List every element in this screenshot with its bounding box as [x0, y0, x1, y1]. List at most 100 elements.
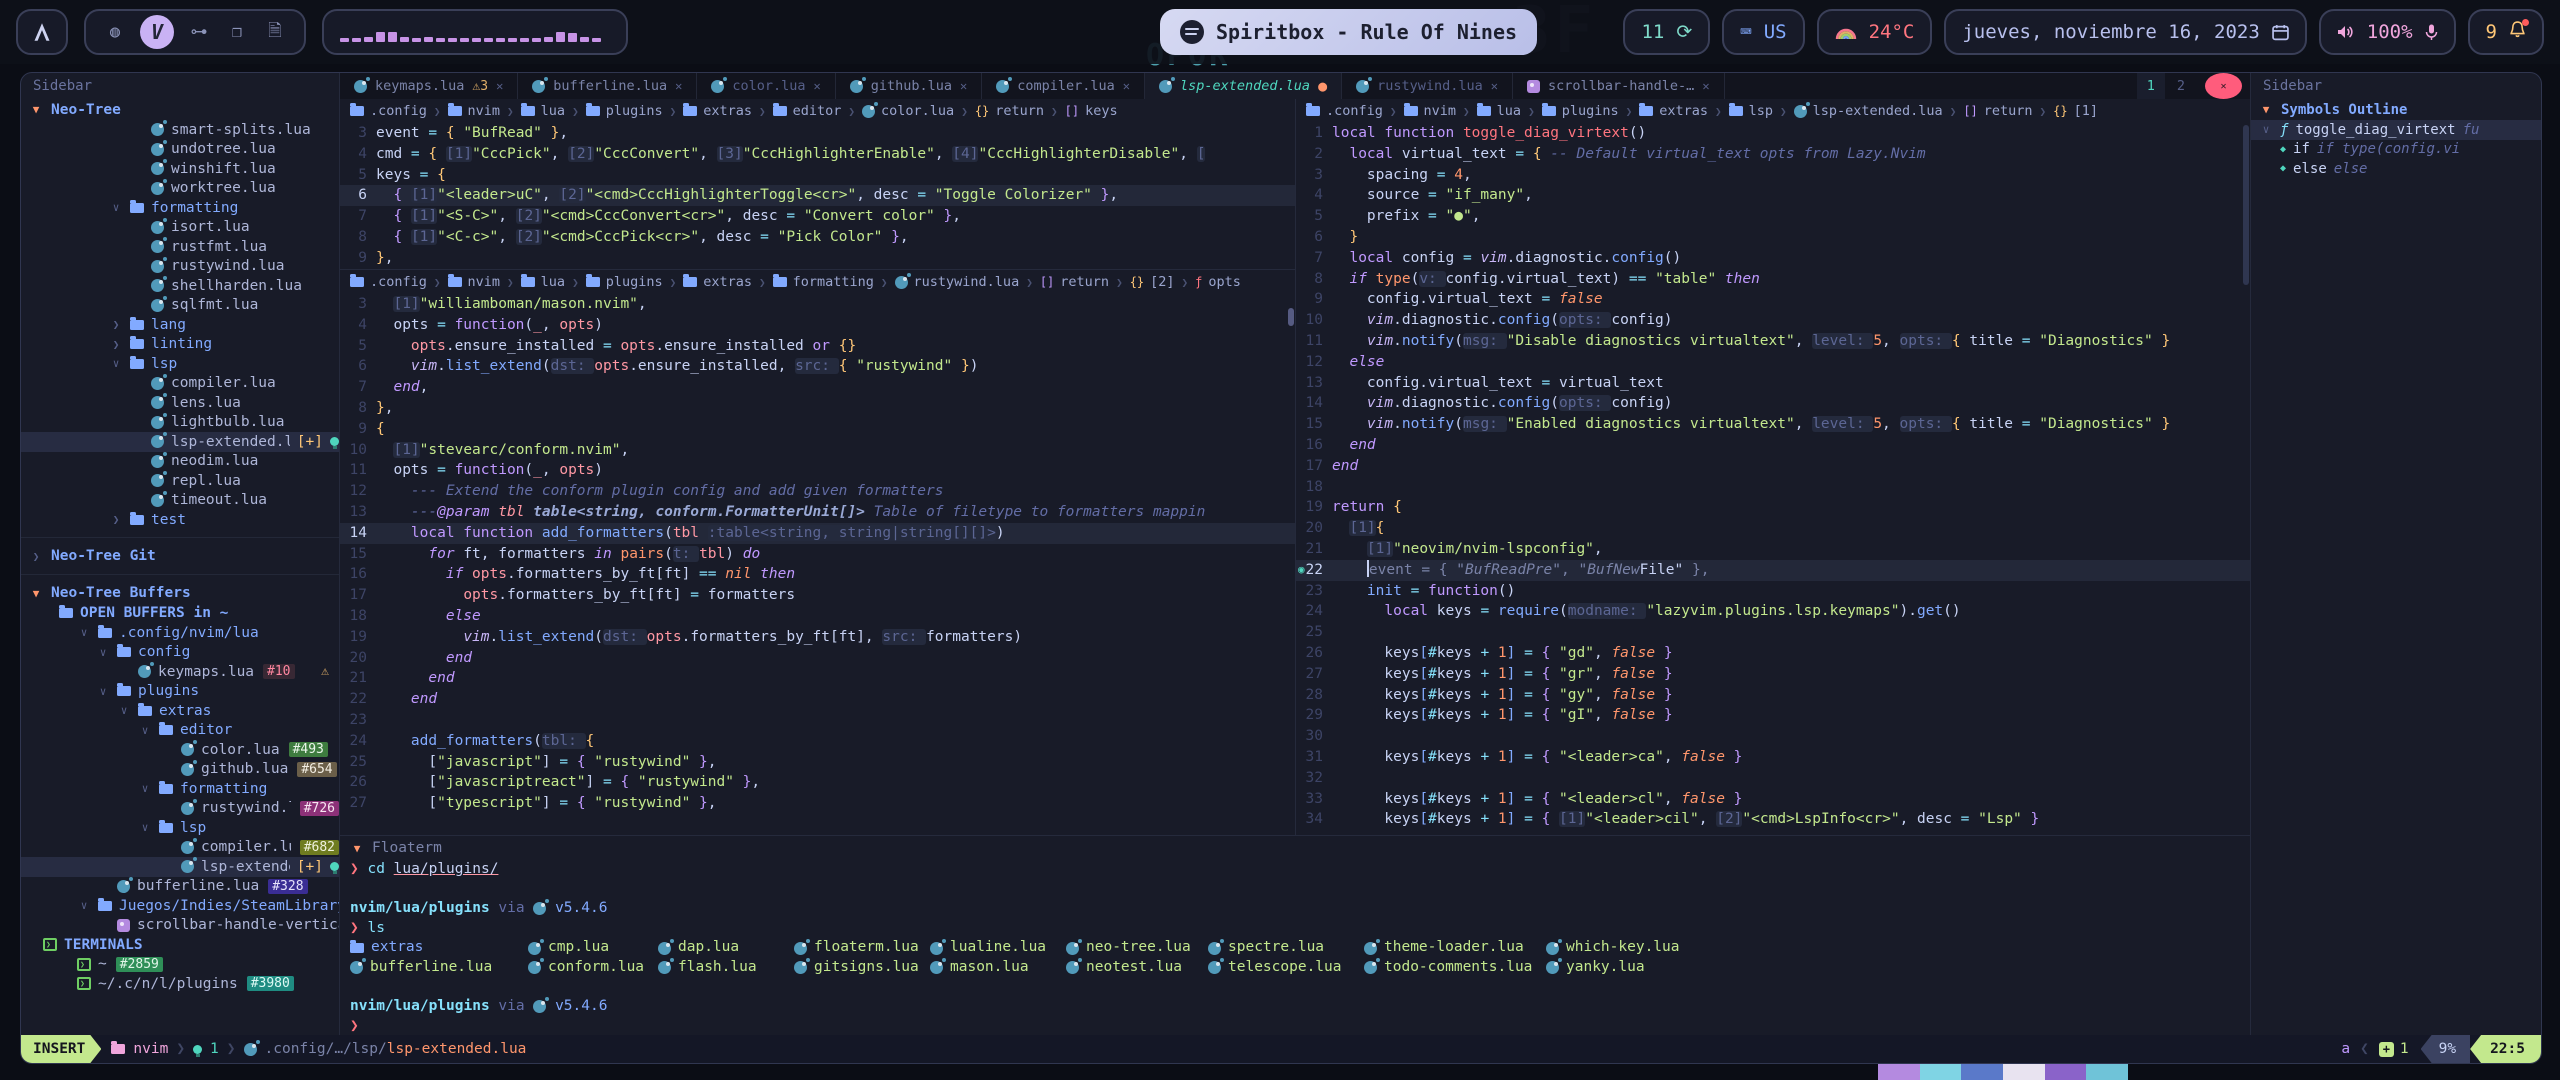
code-line[interactable]: 15 for ft, formatters in pairs(t: tbl) d…: [340, 544, 1295, 565]
ls-entry[interactable]: conform.lua: [528, 958, 658, 978]
breadcrumb-item[interactable]: lsp: [1729, 103, 1773, 119]
breadcrumb-item[interactable]: rustywind.lua: [895, 274, 1020, 290]
breadcrumb-item[interactable]: lua: [521, 274, 565, 290]
ls-entry[interactable]: yanky.lua: [1546, 958, 1696, 978]
tree-row[interactable]: isort.lua: [21, 218, 339, 238]
breadcrumb-item[interactable]: {}return: [975, 103, 1044, 119]
tree-row[interactable]: color.lua#493: [21, 740, 339, 760]
breadcrumb-item[interactable]: lua: [1477, 103, 1521, 119]
ls-entry[interactable]: neotest.lua: [1066, 958, 1208, 978]
tree-row[interactable]: ∨lsp: [21, 818, 339, 838]
breadcrumb-item[interactable]: []return: [1040, 274, 1109, 290]
tree-row[interactable]: lens.lua: [21, 393, 339, 413]
code-area[interactable]: 3 [1]"williamboman/mason.nvim",4 opts = …: [340, 294, 1295, 814]
ls-entry[interactable]: flash.lua: [658, 958, 794, 978]
code-line[interactable]: 17end: [1296, 456, 2250, 477]
tab-close-icon[interactable]: ✕: [813, 79, 820, 93]
tree-row[interactable]: OPEN BUFFERS in ~: [21, 604, 339, 624]
code-line[interactable]: 22 end: [340, 689, 1295, 710]
breadcrumb-item[interactable]: color.lua: [862, 103, 954, 119]
floaterm-panel[interactable]: ▼ Floaterm ❯ cd lua/plugins/nvim/lua/plu…: [340, 835, 2250, 1035]
tab-close-icon[interactable]: ✕: [1491, 79, 1498, 93]
tab-close-icon[interactable]: ✕: [960, 79, 967, 93]
tree-row[interactable]: ❯TERMINALS: [21, 935, 339, 955]
tree-chevron-icon[interactable]: ∨: [117, 704, 131, 717]
editor-pane-lsp-extended[interactable]: .config❯nvim❯lua❯plugins❯extras❯lsp❯lsp-…: [1296, 99, 2250, 835]
ls-entry[interactable]: todo-comments.lua: [1364, 958, 1546, 978]
code-line[interactable]: 15 vim.notify(msg: "Enabled diagnostics …: [1296, 414, 2250, 435]
code-line[interactable]: 29 keys[#keys + 1] = { "gI", false }: [1296, 705, 2250, 726]
code-line[interactable]: 9 config.virtual_text = false: [1296, 289, 2250, 310]
code-line[interactable]: 11 opts = function(_, opts): [340, 460, 1295, 481]
code-line[interactable]: 19 vim.list_extend(dst: opts.formatters_…: [340, 627, 1295, 648]
code-line[interactable]: 27 keys[#keys + 1] = { "gr", false }: [1296, 664, 2250, 685]
notifications-widget[interactable]: 9: [2468, 9, 2544, 55]
code-line[interactable]: 11 vim.notify(msg: "Disable diagnostics …: [1296, 331, 2250, 352]
section-chevron-icon[interactable]: ❯: [29, 550, 43, 563]
code-line[interactable]: 28 keys[#keys + 1] = { "gy", false }: [1296, 685, 2250, 706]
code-line[interactable]: 24 local keys = require(modname: "lazyvi…: [1296, 601, 2250, 622]
tree-row[interactable]: ∨formatting: [21, 198, 339, 218]
tree-row[interactable]: rustfmt.lua: [21, 237, 339, 257]
outline-chevron-icon[interactable]: ▼: [2259, 103, 2273, 116]
ls-entry[interactable]: floaterm.lua: [794, 938, 930, 958]
tree-row[interactable]: bufferline.lua#328: [21, 877, 339, 897]
scrollbar-handle[interactable]: [2243, 125, 2249, 285]
audio-widget[interactable]: 100%: [2319, 9, 2456, 55]
code-line[interactable]: 26 ["javascriptreact"] = { "rustywind" }…: [340, 772, 1295, 793]
tree-row[interactable]: rustywind.lua: [21, 257, 339, 277]
tree-chevron-icon[interactable]: ∨: [96, 646, 110, 659]
tree-row[interactable]: lsp-extended.lu[+]: [21, 857, 339, 877]
tree-row[interactable]: ∨config: [21, 643, 339, 663]
tree-row[interactable]: keymaps.lua#10⚠: [21, 662, 339, 682]
ls-entry[interactable]: telescope.lua: [1208, 958, 1364, 978]
tree-row[interactable]: scrollbar-handle-vertical.p: [21, 916, 339, 936]
floaterm-chevron-icon[interactable]: ▼: [350, 839, 364, 859]
ls-entry[interactable]: extras: [350, 938, 528, 958]
tab-close-icon[interactable]: ✕: [1702, 79, 1709, 93]
breadcrumb-item[interactable]: formatting: [773, 274, 874, 290]
tree-row[interactable]: rustywind.lua#726: [21, 799, 339, 819]
tree-row[interactable]: ❯test: [21, 510, 339, 530]
tree-row[interactable]: compiler.lua: [21, 374, 339, 394]
code-line[interactable]: 6 vim.list_extend(dst: opts.ensure_insta…: [340, 356, 1295, 377]
launcher-button[interactable]: [16, 9, 68, 55]
code-line[interactable]: 4 source = "if_many",: [1296, 185, 2250, 206]
code-line[interactable]: 14 local function add_formatters(tbl :ta…: [340, 523, 1295, 544]
code-line[interactable]: 4cmd = { [1]"CccPick", [2]"CccConvert", …: [340, 144, 1295, 165]
code-line[interactable]: 20 end: [340, 648, 1295, 669]
ls-entry[interactable]: mason.lua: [930, 958, 1066, 978]
tree-chevron-icon[interactable]: ❯: [109, 318, 123, 331]
outline-item-else[interactable]: ◆elseelse: [2251, 159, 2541, 179]
code-line[interactable]: 25 ["javascript"] = { "rustywind" },: [340, 752, 1295, 773]
code-line[interactable]: 32: [1296, 768, 2250, 789]
tree-row[interactable]: shellharden.lua: [21, 276, 339, 296]
code-line[interactable]: 3 [1]"williamboman/mason.nvim",: [340, 294, 1295, 315]
code-line[interactable]: 6 }: [1296, 227, 2250, 248]
editor-pane-rustywind[interactable]: .config❯nvim❯lua❯plugins❯extras❯formatti…: [340, 269, 1295, 835]
tree-row[interactable]: sqlfmt.lua: [21, 296, 339, 316]
tree-row[interactable]: repl.lua: [21, 471, 339, 491]
section-chevron-icon[interactable]: ▼: [29, 103, 43, 116]
code-line[interactable]: 18 else: [340, 606, 1295, 627]
tree-row[interactable]: ❯~/.c/n/l/plugins#3980: [21, 974, 339, 994]
code-line[interactable]: 19return {: [1296, 497, 2250, 518]
tree-row[interactable]: ∨.config/nvim/lua: [21, 623, 339, 643]
code-line[interactable]: 17 opts.formatters_by_ft[ft] = formatter…: [340, 585, 1295, 606]
neotree-section-neo-tree-buffers[interactable]: ▼Neo-Tree Buffers: [21, 583, 339, 604]
ls-entry[interactable]: which-key.lua: [1546, 938, 1696, 958]
code-line[interactable]: 3event = { "BufRead" },: [340, 123, 1295, 144]
tab-lsp-extendedlua[interactable]: lsp-extended.lua●: [1145, 73, 1342, 99]
breadcrumb-item[interactable]: nvim: [448, 274, 501, 290]
tree-row[interactable]: ❯linting: [21, 335, 339, 355]
code-line[interactable]: 25: [1296, 622, 2250, 643]
tree-row[interactable]: ∨lsp: [21, 354, 339, 374]
breadcrumb-item[interactable]: .config: [350, 103, 427, 119]
weather-widget[interactable]: 24°C: [1817, 9, 1933, 55]
breadcrumb-item[interactable]: plugins: [586, 274, 663, 290]
date-widget[interactable]: jueves, noviembre 16, 2023: [1944, 9, 2306, 55]
code-line[interactable]: 9},: [340, 248, 1295, 269]
tree-row[interactable]: lsp-extended.lu[+]: [21, 432, 339, 452]
code-line[interactable]: 24 add_formatters(tbl: {: [340, 731, 1295, 752]
breadcrumb-item[interactable]: .config: [1306, 103, 1383, 119]
